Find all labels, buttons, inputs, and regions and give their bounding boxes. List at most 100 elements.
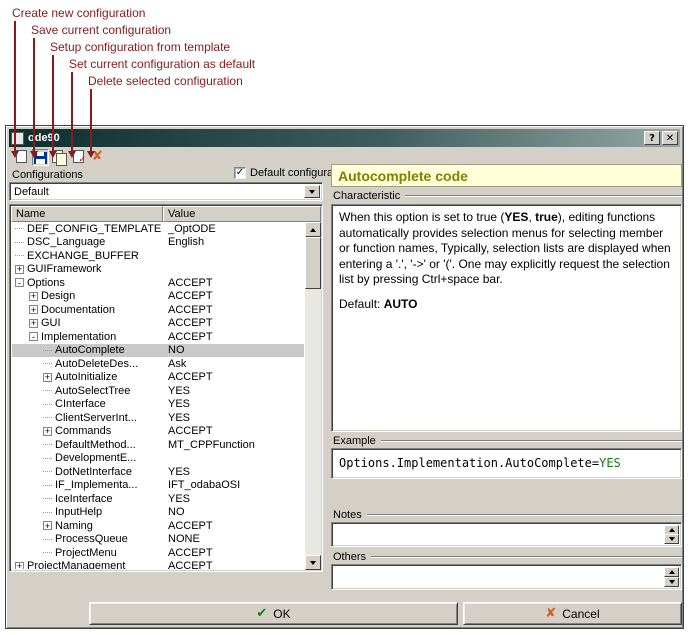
tree-row[interactable]: +GUIFramework	[12, 263, 304, 277]
tree-item-value: Ask	[162, 358, 304, 370]
example-code-value: YES	[599, 456, 621, 470]
tree-row[interactable]: InputHelpNO	[12, 506, 304, 520]
tree-row[interactable]: -ImplementationACCEPT	[12, 330, 304, 344]
separator	[381, 440, 682, 442]
tree-row[interactable]: DEF_CONFIG_TEMPLATE_OptODE	[12, 222, 304, 236]
check-icon: ✓	[78, 155, 86, 165]
tree-row[interactable]: AutoDeleteDes...Ask	[12, 357, 304, 371]
tree-item-name: DevelopmentE...	[55, 452, 136, 464]
notes-scrollbar[interactable]	[664, 525, 679, 544]
tree-row[interactable]: DefaultMethod...MT_CPPFunction	[12, 438, 304, 452]
tree-dash-icon	[43, 552, 52, 553]
tree-row[interactable]: DevelopmentE...	[12, 452, 304, 466]
tree-item-value: MT_CPPFunction	[162, 439, 304, 451]
tree-row[interactable]: +DocumentationACCEPT	[12, 303, 304, 317]
tree-row[interactable]: ProjectMenuACCEPT	[12, 546, 304, 560]
scrollbar-thumb[interactable]	[305, 237, 321, 289]
cancel-button[interactable]: ✘ Cancel	[463, 602, 682, 625]
scroll-up-button[interactable]	[305, 222, 321, 237]
expand-icon[interactable]: +	[29, 319, 38, 328]
tree-row[interactable]: +NamingACCEPT	[12, 519, 304, 533]
tree-item-name: AutoSelectTree	[55, 385, 130, 397]
tree-dash-icon	[43, 512, 52, 513]
tree-row[interactable]: DotNetInterfaceYES	[12, 465, 304, 479]
title-bar[interactable]: ode90 ? ✕	[9, 129, 680, 147]
default-value-line: Default: AUTO	[339, 297, 674, 313]
tree-row[interactable]: -OptionsACCEPT	[12, 276, 304, 290]
others-scrollbar[interactable]	[664, 567, 679, 587]
expand-icon[interactable]: +	[43, 521, 52, 530]
ok-button-label: OK	[273, 607, 290, 621]
expand-icon[interactable]: +	[29, 292, 38, 301]
tree-item-name: ProjectMenu	[55, 547, 117, 559]
checkmark-icon: ✓	[236, 168, 244, 178]
tree-dash-icon	[43, 485, 52, 486]
tree-row[interactable]: ProcessQueueNONE	[12, 533, 304, 547]
tree-item-name: Naming	[55, 520, 93, 532]
arrow-down-icon	[310, 561, 316, 565]
tree-row[interactable]: IF_Implementa...IFT_odabaOSI	[12, 479, 304, 493]
expand-icon[interactable]: +	[43, 427, 52, 436]
tree-dash-icon	[43, 390, 52, 391]
tree-item-name: DEF_CONFIG_TEMPLATE	[27, 223, 161, 235]
expand-icon[interactable]: +	[15, 265, 24, 274]
annotation-setup-template: Setup configuration from template	[50, 40, 230, 54]
arrow-up-icon	[310, 228, 316, 232]
tree-row[interactable]: EXCHANGE_BUFFER	[12, 249, 304, 263]
ok-button[interactable]: ✔ OK	[89, 602, 458, 625]
scroll-down-button[interactable]	[305, 555, 321, 570]
dropdown-button[interactable]	[304, 185, 320, 198]
tree-row[interactable]: CInterfaceYES	[12, 398, 304, 412]
tree-item-name: Design	[41, 290, 75, 302]
tree-item-name: EXCHANGE_BUFFER	[27, 250, 139, 262]
tree-row[interactable]: +CommandsACCEPT	[12, 425, 304, 439]
tree-scrollbar[interactable]	[305, 222, 321, 570]
help-button[interactable]: ?	[644, 131, 660, 145]
tree-dash-icon	[43, 471, 52, 472]
tree-item-name: GUI	[41, 317, 61, 329]
example-code-prefix: Options.Implementation.AutoComplete=	[339, 456, 599, 470]
example-label: Example	[333, 435, 376, 447]
chevron-down-icon	[309, 190, 315, 194]
close-button[interactable]: ✕	[662, 131, 678, 145]
tree-row[interactable]: +DesignACCEPT	[12, 290, 304, 304]
expand-icon[interactable]: +	[15, 562, 24, 569]
tree-row[interactable]: +AutoInitializeACCEPT	[12, 371, 304, 385]
others-field[interactable]	[331, 564, 682, 590]
tree-row[interactable]: +ProjectManagementACCEPT	[12, 560, 304, 570]
tree-row[interactable]: DSC_Language English	[12, 236, 304, 250]
annotation-arrow	[71, 72, 73, 152]
tree-item-name: Implementation	[41, 331, 116, 343]
tree-item-name: DSC_Language	[27, 236, 105, 248]
default-configuration-checkbox[interactable]: ✓	[234, 167, 246, 179]
tree-item-value: English	[162, 236, 304, 248]
notes-field[interactable]	[331, 522, 682, 547]
column-header-name[interactable]: Name	[11, 206, 163, 222]
tree-item-value: ACCEPT	[162, 304, 304, 316]
configuration-dialog: ode90 ? ✕ ✓ ✘ Configurations ✓ Default c…	[5, 125, 684, 629]
configuration-select[interactable]: Default	[9, 182, 323, 201]
tree-item-name: IF_Implementa...	[55, 479, 138, 491]
tree-row[interactable]: ClientServerInt...YES	[12, 411, 304, 425]
separator	[371, 556, 682, 558]
tree-item-name: ClientServerInt...	[55, 412, 137, 424]
tree-item-name: Options	[27, 277, 65, 289]
scroll-down-button[interactable]	[664, 577, 679, 587]
expand-icon[interactable]: +	[43, 373, 52, 382]
scroll-down-button[interactable]	[664, 534, 679, 544]
scroll-up-button[interactable]	[664, 567, 679, 577]
tree-item-value: YES	[162, 493, 304, 505]
tree-row[interactable]: +GUIACCEPT	[12, 317, 304, 331]
collapse-icon[interactable]: -	[15, 278, 24, 287]
characteristic-text: When this option is set to true (YES, tr…	[331, 204, 682, 432]
annotation-delete-selected: Delete selected configuration	[88, 74, 243, 88]
column-header-value[interactable]: Value	[163, 206, 321, 222]
configuration-select-value: Default	[10, 183, 302, 200]
tree-item-value: _OptODE	[162, 223, 304, 235]
tree-row[interactable]: AutoCompleteNO	[12, 344, 304, 358]
tree-row[interactable]: IceInterfaceYES	[12, 492, 304, 506]
separator	[405, 195, 682, 197]
collapse-icon[interactable]: -	[29, 332, 38, 341]
tree-row[interactable]: AutoSelectTreeYES	[12, 384, 304, 398]
expand-icon[interactable]: +	[29, 305, 38, 314]
